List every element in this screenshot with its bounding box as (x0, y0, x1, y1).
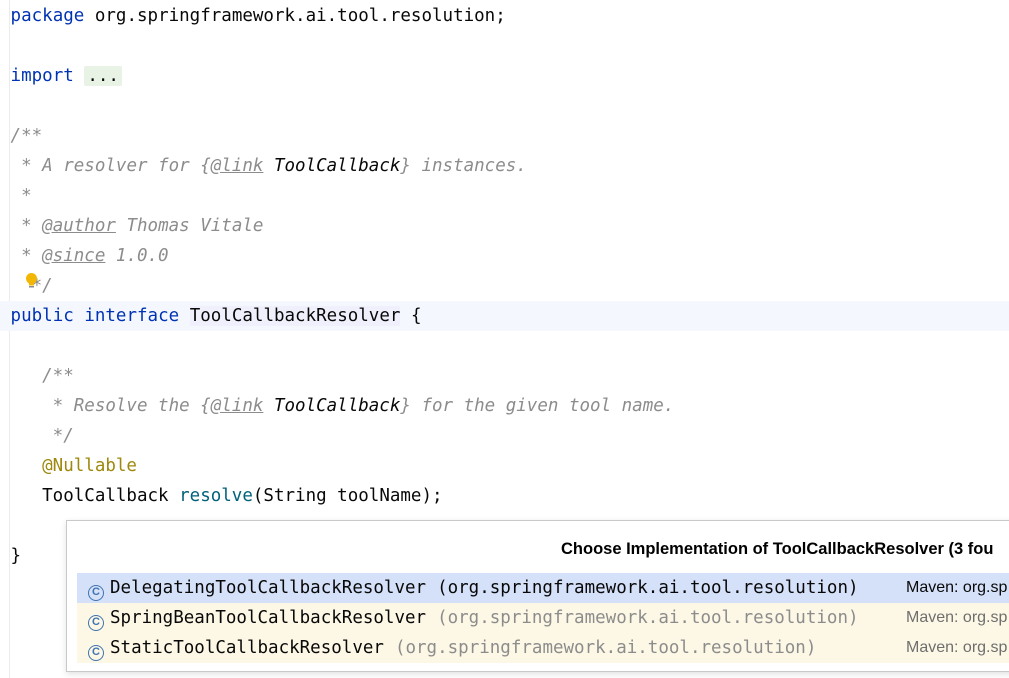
code-line-doc-since[interactable]: * @since 1.0.0 (0, 241, 1009, 271)
implementation-location: Maven: org.sp (906, 609, 1008, 626)
import-fold-toggle[interactable]: ... (84, 66, 122, 86)
interface-keyword: interface (84, 306, 180, 326)
implementation-package: (org.springframework.ai.tool.resolution) (437, 578, 859, 598)
doc-link-ref[interactable]: ToolCallback (263, 396, 400, 416)
doc-text: * (10, 186, 32, 206)
code-line-interface[interactable]: public interface ToolCallbackResolver { (0, 301, 1009, 331)
implementation-list: C DelegatingToolCallbackResolver (org.spri… (77, 573, 1009, 663)
doc-link-tag[interactable]: @link (211, 156, 264, 176)
public-keyword: public (10, 306, 74, 326)
code-line-doc-open[interactable]: /** (0, 121, 1009, 151)
code-line-method-doc-close[interactable]: */ (0, 421, 1009, 451)
doc-link-tag[interactable]: @link (211, 396, 264, 416)
code-line-doc-desc[interactable]: * A resolver for {@link ToolCallback} in… (0, 151, 1009, 181)
implementation-item[interactable]: C StaticToolCallbackResolver (org.springfr… (77, 633, 1009, 663)
implementation-location: Maven: org.sp (906, 579, 1008, 596)
open-brace: { (400, 306, 422, 326)
doc-text: * (10, 216, 43, 236)
doc-text: } for the given tool name. (400, 396, 675, 416)
implementation-package: (org.springframework.ai.tool.resolution) (437, 608, 859, 628)
doc-since-tag: @since (42, 246, 106, 266)
doc-author-value: Thomas Vitale (115, 216, 264, 236)
code-line-doc-close[interactable]: */ (0, 271, 1009, 301)
implementation-package: (org.springframework.ai.tool.resolution) (394, 638, 817, 658)
implementation-name: SpringBeanToolCallbackResolver (110, 608, 427, 628)
code-line-method-doc[interactable]: * Resolve the {@link ToolCallback} for t… (0, 391, 1009, 421)
doc-since-value: 1.0.0 (105, 246, 169, 266)
import-keyword: import (10, 66, 74, 86)
implementation-location: Maven: org.sp (906, 639, 1008, 656)
doc-author-tag: @author (42, 216, 116, 236)
method-name[interactable]: resolve (179, 486, 253, 506)
implementation-name: DelegatingToolCallbackResolver (110, 578, 427, 598)
close-brace: } (10, 546, 22, 566)
code-line-package[interactable]: ​ package org.springframework.ai.tool.re… (0, 1, 1009, 31)
implementation-name: StaticToolCallbackResolver (110, 638, 384, 658)
implementation-item[interactable]: C SpringBeanToolCallbackResolver (org.spri… (77, 603, 1009, 633)
doc-text: * (10, 246, 43, 266)
doc-text: * A resolver for { (10, 156, 211, 176)
doc-text: * Resolve the { (0, 396, 211, 416)
doc-comment-close: */ (0, 426, 74, 446)
class-icon: C (88, 585, 104, 601)
return-type[interactable]: ToolCallback (0, 486, 179, 506)
nullable-annotation[interactable]: @Nullable (0, 456, 137, 476)
implementation-item-selected[interactable]: C DelegatingToolCallbackResolver (org.spri… (77, 573, 1009, 603)
lightbulb-icon[interactable] (24, 272, 39, 290)
doc-text: } instances. (400, 156, 527, 176)
doc-link-ref[interactable]: ToolCallback (263, 156, 400, 176)
interface-name[interactable]: ToolCallbackResolver (189, 306, 401, 326)
class-icon: C (88, 645, 104, 661)
package-keyword: package (10, 6, 85, 26)
code-line-import[interactable]: import ... (0, 61, 1009, 91)
choose-implementation-popup: Choose Implementation of ToolCallbackRes… (66, 520, 1009, 672)
package-name: org.springframework.ai.tool.resolution; (84, 6, 506, 26)
code-line-annotation[interactable]: @Nullable (0, 451, 1009, 481)
code-line-method[interactable]: ToolCallback resolve(String toolName); (0, 481, 1009, 511)
class-icon: C (88, 615, 104, 631)
doc-comment-open: /** (10, 126, 43, 146)
method-params: (String toolName); (252, 486, 443, 506)
doc-comment-open: /** (0, 366, 74, 386)
code-line-doc-blank[interactable]: * (0, 181, 1009, 211)
popup-title: Choose Implementation of ToolCallbackRes… (561, 540, 994, 558)
code-line-doc-author[interactable]: * @author Thomas Vitale (0, 211, 1009, 241)
code-line-method-doc-open[interactable]: /** (0, 361, 1009, 391)
